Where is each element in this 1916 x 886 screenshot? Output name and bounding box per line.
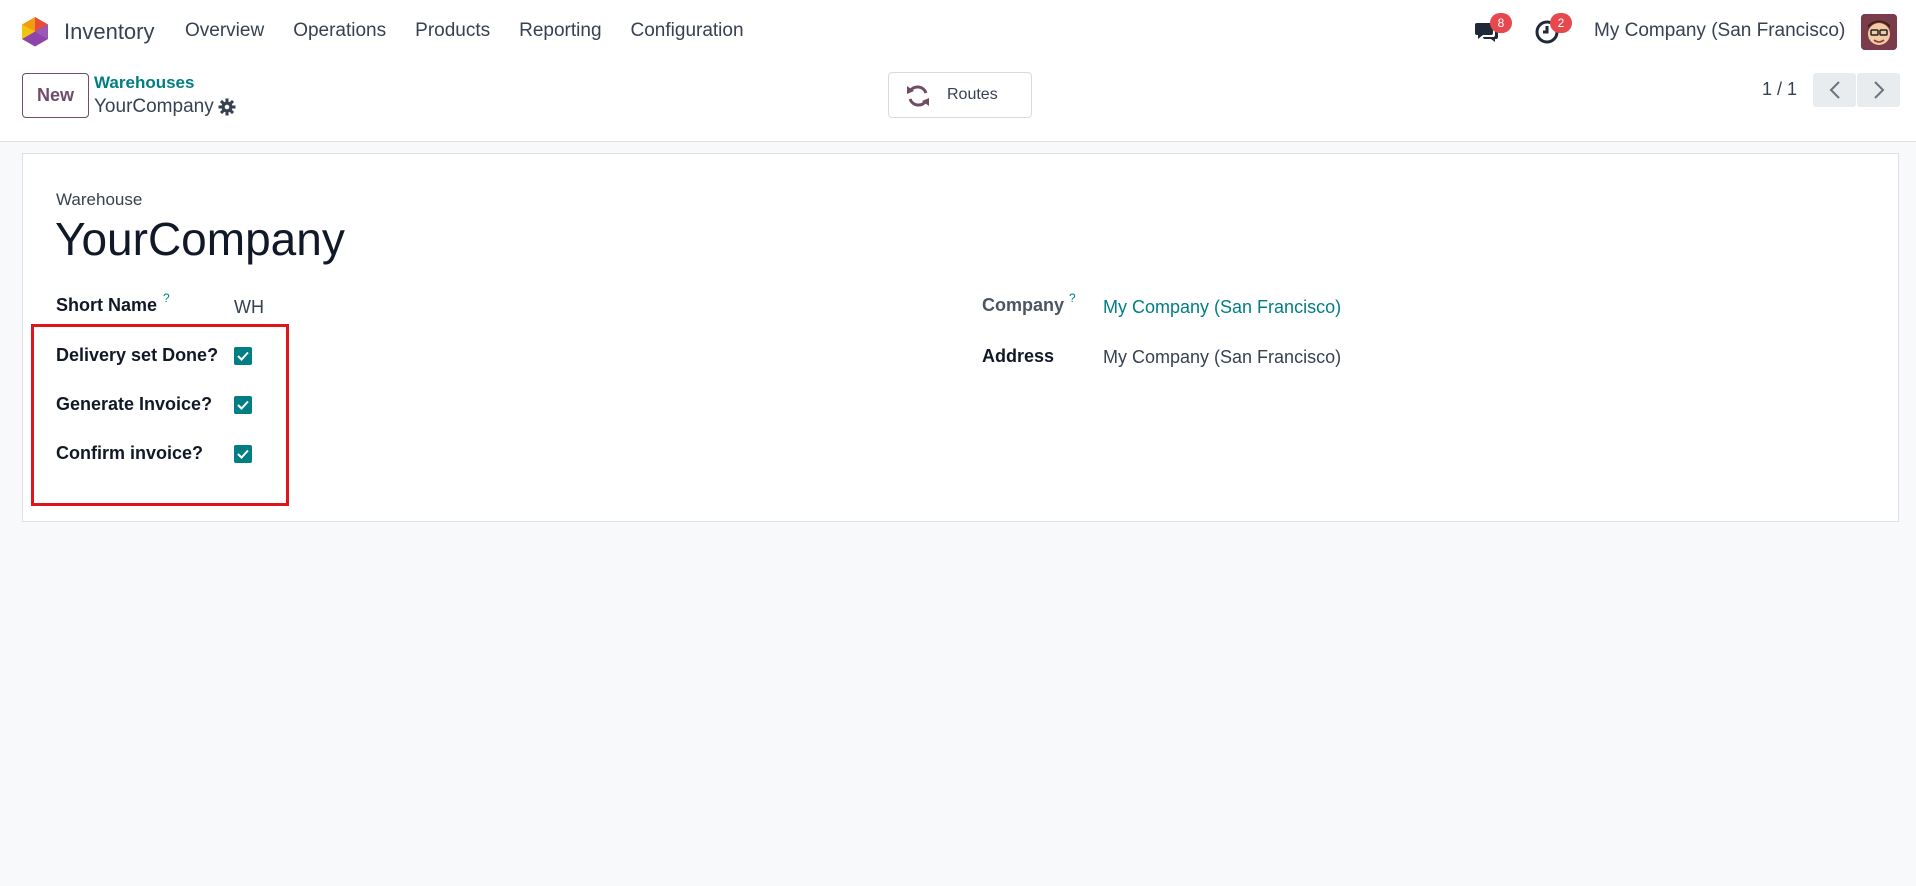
breadcrumb-current: YourCompany xyxy=(94,96,214,117)
address-field[interactable]: My Company (San Francisco) xyxy=(1103,347,1341,368)
avatar[interactable] xyxy=(1861,14,1897,50)
routes-button[interactable]: Routes xyxy=(888,72,1032,118)
pager-previous-button[interactable] xyxy=(1813,73,1856,107)
top-navbar: Inventory Overview Operations Products R… xyxy=(0,0,1916,62)
short-name-help-icon[interactable]: ? xyxy=(163,291,170,305)
menu-item-reporting[interactable]: Reporting xyxy=(519,20,601,42)
form-sheet: Warehouse YourCompany Short Name ? WH De… xyxy=(22,153,1899,522)
warehouse-label: Warehouse xyxy=(56,190,143,209)
highlight-annotation xyxy=(31,324,289,506)
pager-next-button[interactable] xyxy=(1857,73,1900,107)
control-panel: New Warehouses YourCompany Routes 1 / 1 xyxy=(0,62,1916,142)
address-label: Address xyxy=(982,346,1055,366)
warehouse-name-field[interactable]: YourCompany xyxy=(55,212,345,266)
short-name-label: Short Name xyxy=(56,295,158,315)
breadcrumb-warehouses[interactable]: Warehouses xyxy=(94,73,194,93)
menu-item-overview[interactable]: Overview xyxy=(185,20,264,42)
menu-item-products[interactable]: Products xyxy=(415,20,490,42)
routes-label: Routes xyxy=(947,86,998,103)
gear-icon[interactable] xyxy=(218,98,236,116)
odoo-logo-icon[interactable] xyxy=(21,16,49,47)
activities-button[interactable]: 2 xyxy=(1534,13,1572,44)
company-help-icon[interactable]: ? xyxy=(1069,291,1076,305)
chevron-right-icon xyxy=(1873,81,1884,99)
menu-item-operations[interactable]: Operations xyxy=(293,20,386,42)
messages-button[interactable]: 8 xyxy=(1474,13,1512,44)
main-menu: Overview Operations Products Reporting C… xyxy=(185,0,773,62)
messages-badge: 8 xyxy=(1490,13,1512,33)
pager-value[interactable]: 1 / 1 xyxy=(1762,79,1797,100)
refresh-icon xyxy=(907,85,929,107)
activities-badge: 2 xyxy=(1550,13,1572,33)
short-name-field[interactable]: WH xyxy=(234,297,264,318)
company-switcher[interactable]: My Company (San Francisco) xyxy=(1594,20,1845,42)
app-name[interactable]: Inventory xyxy=(64,19,155,45)
company-label: Company xyxy=(982,295,1065,315)
new-button[interactable]: New xyxy=(22,73,89,118)
chevron-left-icon xyxy=(1829,81,1840,99)
menu-item-configuration[interactable]: Configuration xyxy=(631,20,744,42)
company-field[interactable]: My Company (San Francisco) xyxy=(1103,297,1341,318)
